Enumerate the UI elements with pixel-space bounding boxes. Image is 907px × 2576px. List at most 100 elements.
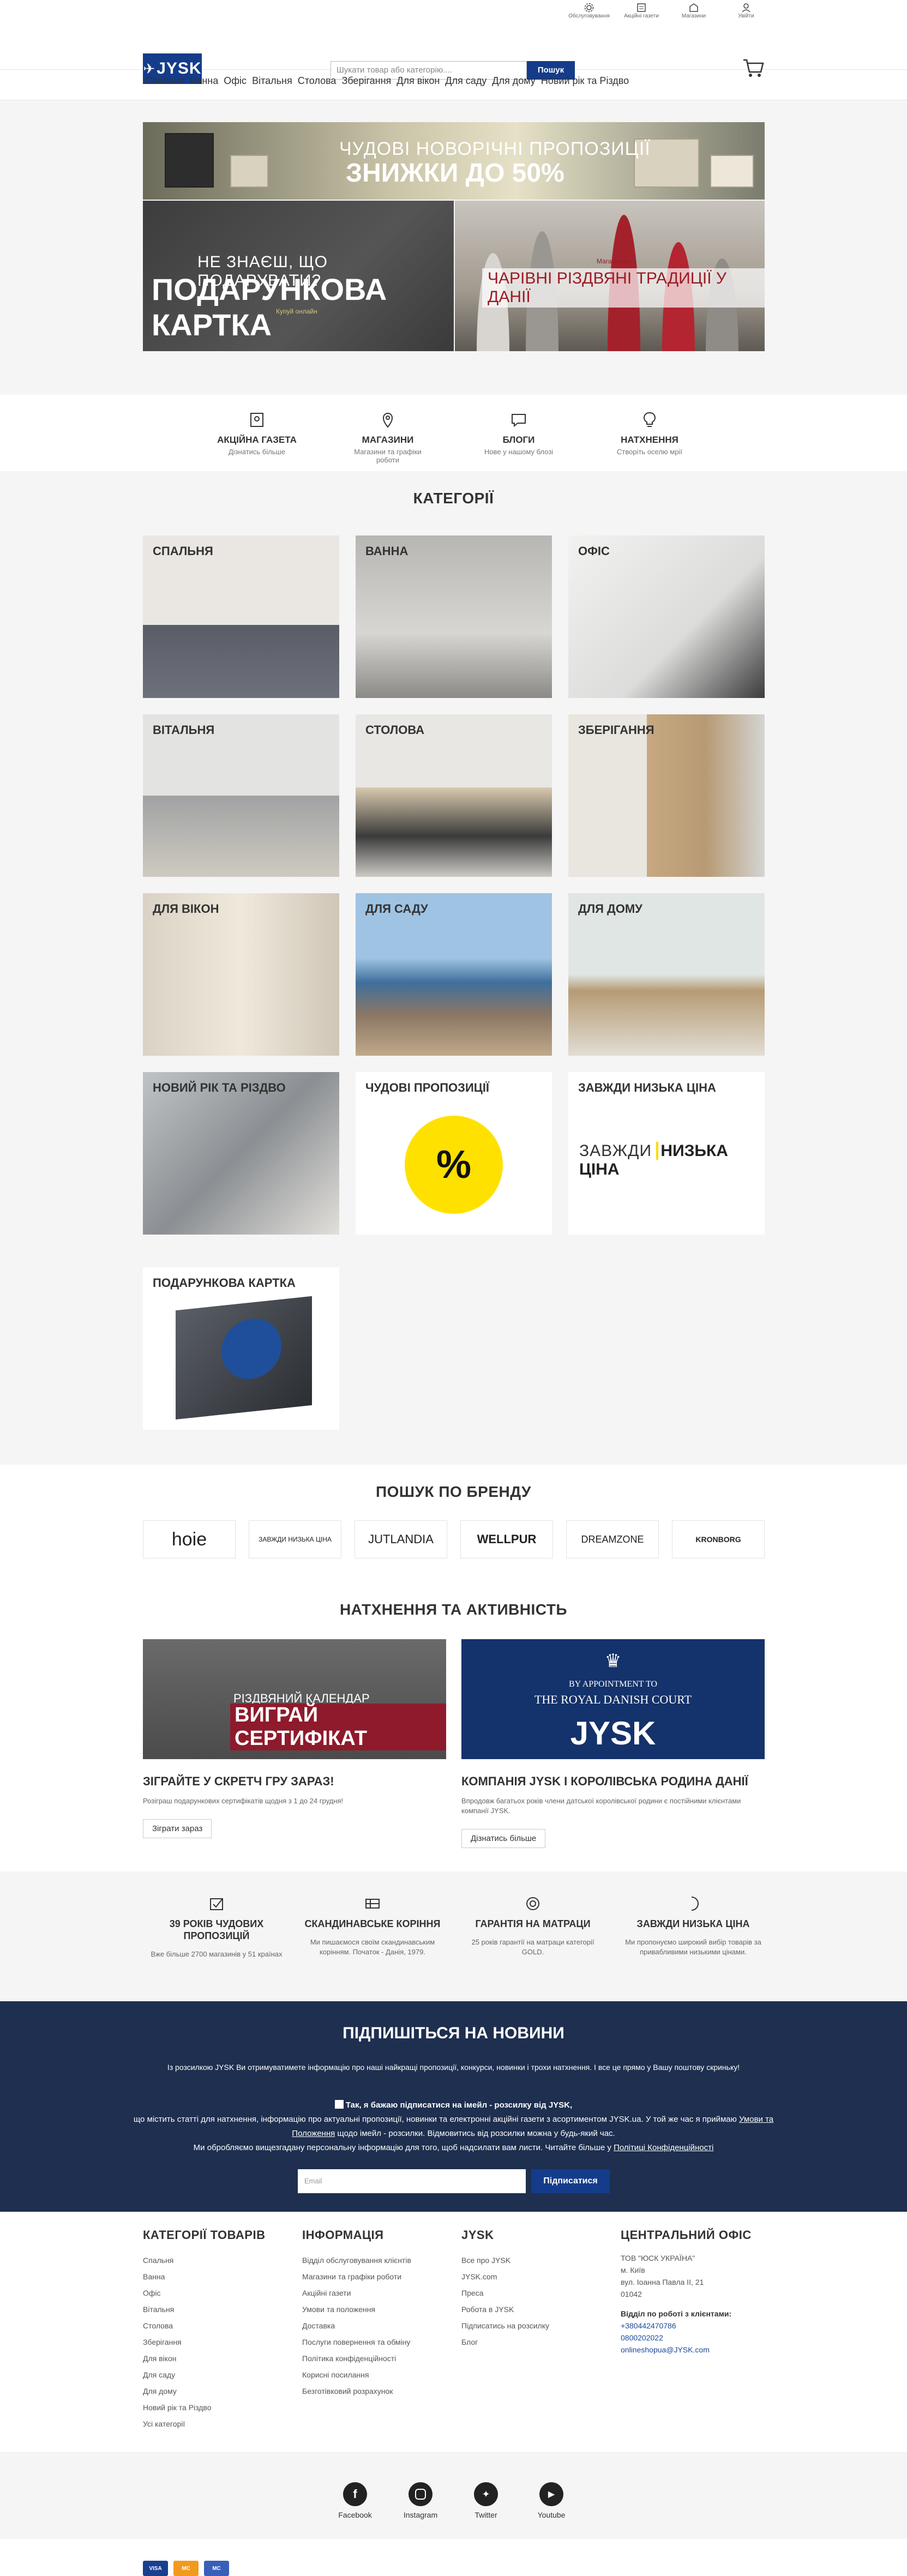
footer-link[interactable]: Доставка xyxy=(302,2318,449,2334)
subscribe-button[interactable]: Підписатися xyxy=(531,2169,610,2193)
quick-link-leaflet[interactable]: АКЦІЙНА ГАЗЕТА Дізнатись більше xyxy=(216,411,298,456)
footer-link[interactable]: Новий рік та Різдво xyxy=(143,2399,290,2416)
brand-kronborg[interactable]: KRONBORG xyxy=(672,1520,765,1558)
christmas-banner[interactable]: Магазинам ЧАРІВНІ РІЗДВЯНІ ТРАДИЦІЇ У ДА… xyxy=(455,201,765,351)
phone-link[interactable]: 0800202022 xyxy=(621,2332,768,2344)
nav-item-living[interactable]: Вітальня xyxy=(252,75,292,87)
header: ✈ JYSK Шукати товар або категорію.... Пош… xyxy=(0,24,907,84)
newspaper-icon xyxy=(637,3,646,12)
brand-wellpur[interactable]: WELLPUR xyxy=(460,1520,553,1558)
nav-item-bath[interactable]: Ванна xyxy=(190,75,218,87)
category-home[interactable]: ДЛЯ ДОМУ xyxy=(568,893,765,1056)
footer-link[interactable]: Корисні посилання xyxy=(302,2367,449,2383)
privacy-link[interactable]: Політиці Конфіденційності xyxy=(614,2143,713,2152)
learn-more-button[interactable]: Дізнатись більше xyxy=(461,1829,546,1848)
consent-checkbox[interactable] xyxy=(334,2100,344,2109)
footer-link[interactable]: Зберігання xyxy=(143,2334,290,2350)
visa-icon: VISA xyxy=(143,2561,168,2576)
category-garden[interactable]: ДЛЯ САДУ xyxy=(356,893,552,1056)
nav-item-windows[interactable]: Для вікон xyxy=(397,75,440,87)
usp-item: СКАНДИНАВСЬКЕ КОРІННЯ Ми пишаємося своїм… xyxy=(304,1895,441,1957)
category-storage[interactable]: ЗБЕРІГАННЯ xyxy=(568,714,765,877)
footer-link[interactable]: Блог xyxy=(461,2334,609,2350)
card-title: КОМПАНІЯ JYSK І КОРОЛІВСЬКА РОДИНА ДАНІЇ xyxy=(461,1774,748,1788)
nav-item-xmas[interactable]: Новий рік та Різдво xyxy=(541,75,629,87)
footer-link[interactable]: Все про JYSK xyxy=(461,2252,609,2268)
footer-link[interactable]: Вітальня xyxy=(143,2301,290,2318)
login-link[interactable]: Увійти xyxy=(727,2,765,19)
play-now-button[interactable]: Зіграти зараз xyxy=(143,1819,212,1838)
nav-item-storage[interactable]: Зберігання xyxy=(341,75,391,87)
footer-link[interactable]: Преса xyxy=(461,2285,609,2301)
target-icon xyxy=(526,1897,539,1910)
email-link[interactable]: onlineshopua@JYSK.com xyxy=(621,2344,768,2356)
category-living[interactable]: ВІТАЛЬНЯ xyxy=(143,714,339,877)
footer-link[interactable]: Відділ обслуговування клієнтів xyxy=(302,2252,449,2268)
category-xmas[interactable]: НОВИЙ РІК ТА РІЗДВО xyxy=(143,1072,339,1235)
usp-section: 39 РОКІВ ЧУДОВИХ ПРОПОЗИЦІЙ Вже більше 2… xyxy=(0,1871,907,2001)
decor-image xyxy=(165,133,214,188)
cart-icon[interactable] xyxy=(741,56,765,80)
usp-item: ГАРАНТІЯ НА МАТРАЦИ 25 років гарантії на… xyxy=(465,1895,601,1957)
footer-link[interactable]: Політика конфіденційності xyxy=(302,2350,449,2367)
stores-link[interactable]: Магазини xyxy=(675,2,713,19)
footer-link[interactable]: Спальня xyxy=(143,2252,290,2268)
footer-link[interactable]: Для дому xyxy=(143,2383,290,2399)
mastercard-icon: MC xyxy=(173,2561,199,2576)
social-facebook[interactable]: f Facebook xyxy=(331,2482,380,2519)
brand-low-price[interactable]: ЗАВЖДИ НИЗЬКА ЦІНА xyxy=(249,1520,341,1558)
quick-link-inspiration[interactable]: НАТХНЕННЯ Створіть оселю мрії xyxy=(609,411,690,456)
phone-link[interactable]: +380442470786 xyxy=(621,2320,768,2332)
gear-icon xyxy=(584,3,594,13)
brand-dreamzone[interactable]: DREAMZONE xyxy=(566,1520,659,1558)
social-youtube[interactable]: ▶ Youtube xyxy=(527,2482,576,2519)
footer-link[interactable]: Для саду xyxy=(143,2367,290,2383)
category-windows[interactable]: ДЛЯ ВІКОН xyxy=(143,893,339,1056)
twitter-icon: ✦ xyxy=(474,2482,498,2506)
footer-link[interactable]: Акційні газети xyxy=(302,2285,449,2301)
nav-item-garden[interactable]: Для саду xyxy=(445,75,486,87)
category-dining[interactable]: СТОЛОВА xyxy=(356,714,552,877)
email-field[interactable]: Email xyxy=(298,2169,526,2193)
banner-title: ПОДАРУНКОВА КАРТКА xyxy=(152,272,387,342)
inspiration-card-scratch[interactable]: РІЗДВЯНИЙ КАЛЕНДАР ВИГРАЙ СЕРТИФІКАТ ЗІГ… xyxy=(143,1639,446,1838)
category-office[interactable]: ОФІС xyxy=(568,535,765,698)
footer-link[interactable]: Робота в JYSK xyxy=(461,2301,609,2318)
inspiration-card-royal[interactable]: ♛ BY APPOINTMENT TO THE ROYAL DANISH COU… xyxy=(461,1639,765,1848)
footer-link[interactable]: Підписатись на розсилку xyxy=(461,2318,609,2334)
footer-link[interactable]: Послуги повернення та обміну xyxy=(302,2334,449,2350)
category-low-price[interactable]: ЗАВЖДИ НИЗЬКА ЦІНА ЗАВЖДИ НИЗЬКА ЦІНА xyxy=(568,1072,765,1235)
brand-jutlandia[interactable]: JUTLANDIA xyxy=(355,1520,447,1558)
nav-item-home[interactable]: Для дому xyxy=(492,75,536,87)
leaflets-link[interactable]: Акційні газети xyxy=(622,2,660,19)
banner-title: ЧАРІВНІ РІЗДВЯНІ ТРАДИЦІЇ У ДАНІЇ xyxy=(482,268,765,308)
footer-link[interactable]: Усі категорії xyxy=(143,2416,290,2432)
footer-link[interactable]: Ванна xyxy=(143,2268,290,2285)
brands-section: ПОШУК ПО БРЕНДУ hoie ЗАВЖДИ НИЗЬКА ЦІНА … xyxy=(0,1465,907,1581)
category-bath[interactable]: ВАННА xyxy=(356,535,552,698)
footer-link[interactable]: Офіс xyxy=(143,2285,290,2301)
quick-link-stores[interactable]: МАГАЗИНИ Магазини та графіки роботи xyxy=(347,411,429,464)
footer-link[interactable]: Столова xyxy=(143,2318,290,2334)
footer-link[interactable]: Умови та положення xyxy=(302,2301,449,2318)
category-offers[interactable]: ЧУДОВІ ПРОПОЗИЦІЇ % xyxy=(356,1072,552,1235)
footer-link[interactable]: JYSK.com xyxy=(461,2268,609,2285)
logo-bird-icon: ✈ xyxy=(143,60,156,77)
quick-link-blogs[interactable]: БЛОГИ Нове у нашому блозі xyxy=(478,411,560,456)
footer-link[interactable]: Безготівковий розрахунок xyxy=(302,2383,449,2399)
nav-item-bedroom[interactable]: Спальня xyxy=(145,75,184,87)
category-bedroom[interactable]: СПАЛЬНЯ xyxy=(143,535,339,698)
footer-link[interactable]: Для вікон xyxy=(143,2350,290,2367)
social-twitter[interactable]: ✦ Twitter xyxy=(461,2482,510,2519)
social-instagram[interactable]: Instagram xyxy=(396,2482,445,2519)
nav-item-dining[interactable]: Столова xyxy=(298,75,337,87)
brand-hoie[interactable]: hoie xyxy=(143,1520,236,1558)
sale-banner[interactable]: ЧУДОВІ НОВОРІЧНІ ПРОПОЗИЦІЇ ЗНИЖКИ ДО 50… xyxy=(143,122,765,200)
nav-item-office[interactable]: Офіс xyxy=(224,75,247,87)
category-gift-card[interactable]: ПОДАРУНКОВА КАРТКА xyxy=(143,1267,339,1430)
inspiration-section: НАТХНЕННЯ ТА АКТИВНІСТЬ РІЗДВЯНИЙ КАЛЕНД… xyxy=(0,1581,907,1871)
service-link[interactable]: Обслуговування xyxy=(568,2,610,19)
gift-card-banner[interactable]: НЕ ЗНАЄШ, ЩО ПОДАРУВАТИ? ПОДАРУНКОВА КАР… xyxy=(143,201,454,351)
footer-link[interactable]: Магазини та графіки роботи xyxy=(302,2268,449,2285)
decor-image xyxy=(710,155,754,188)
